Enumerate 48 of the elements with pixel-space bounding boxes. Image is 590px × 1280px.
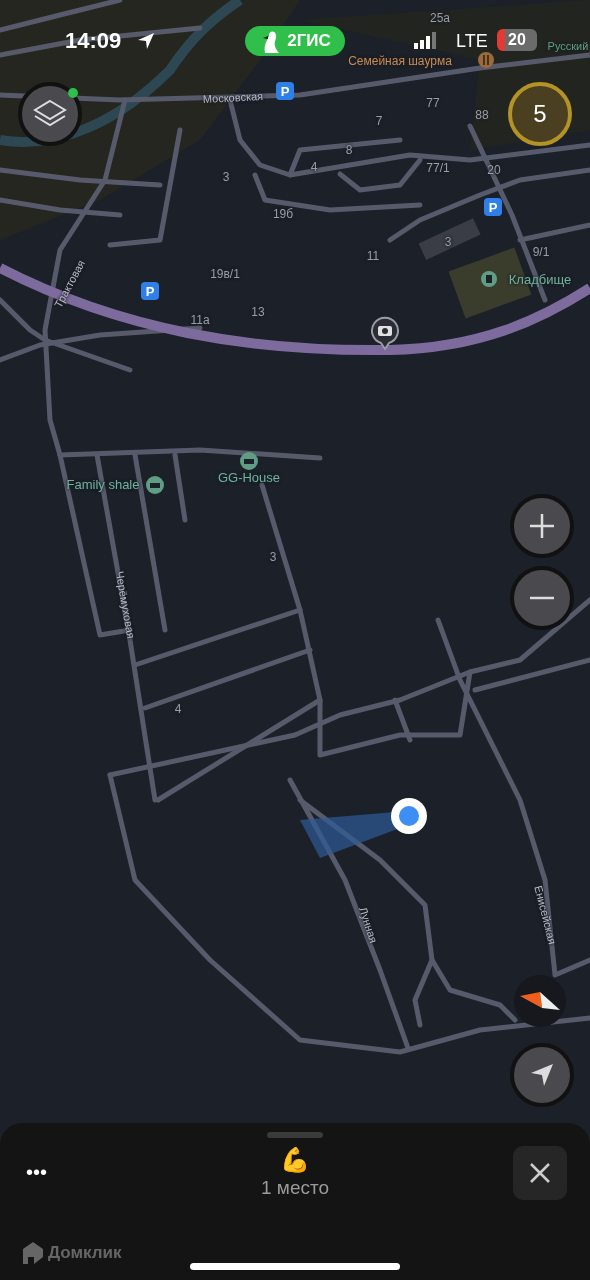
house-number: 3 (269, 551, 277, 563)
drag-handle[interactable] (267, 1132, 323, 1138)
rank-caption: 1 место (261, 1177, 329, 1200)
place-label: Family shale (66, 477, 140, 491)
house-number: 8 (345, 144, 353, 156)
house-number: 3 (444, 236, 452, 248)
place-label: Кладбище (508, 272, 572, 286)
place-label: Семейная шаурма (348, 55, 452, 67)
house-number: 19в/1 (210, 268, 240, 280)
house-number: 3 (222, 171, 230, 183)
house-number: 25а (430, 12, 450, 24)
house-number: 88 (475, 109, 489, 121)
place-label: GG-House (217, 470, 281, 484)
parking-marker: P (276, 82, 294, 100)
street-label: Черёмуховая (113, 570, 137, 640)
house-number: 9/1 (532, 246, 550, 258)
network-label: LTE (456, 31, 488, 52)
house-number: 7 (375, 115, 383, 127)
clock-time: 14:09 (65, 28, 122, 54)
plus-icon (528, 512, 556, 540)
navigation-arrow-icon (529, 1062, 555, 1088)
house-number: 20 (487, 164, 501, 176)
house-number: 4 (310, 161, 318, 173)
house-number: 11а (190, 314, 210, 326)
signal-icon (414, 32, 438, 50)
parking-marker: P (141, 282, 159, 300)
street-label: Московская (202, 90, 264, 106)
house-number: 77/1 (426, 162, 450, 174)
camera-icon (370, 316, 400, 350)
house-number: 19б (272, 208, 294, 220)
battery-level: 20 (497, 29, 537, 51)
house-number: 11 (366, 250, 380, 262)
location-dot-icon (390, 797, 428, 835)
street-label: Лунная (357, 905, 379, 945)
house-number: 4 (174, 703, 182, 715)
app-name: 2ГИС (287, 31, 331, 51)
parking-marker: P (484, 198, 502, 216)
house-logo-icon (22, 1241, 44, 1265)
minus-icon (529, 596, 555, 600)
brand-name: Домклик (48, 1243, 122, 1263)
close-icon (529, 1162, 551, 1184)
house-number: 77 (426, 97, 440, 109)
house-number: 13 (251, 306, 265, 318)
close-button[interactable] (513, 1146, 567, 1200)
location-arrow-icon (136, 31, 156, 51)
emoji-label: 💪 (280, 1147, 310, 1174)
district-label: Русский (547, 40, 589, 52)
more-button[interactable]: ••• (26, 1161, 47, 1184)
